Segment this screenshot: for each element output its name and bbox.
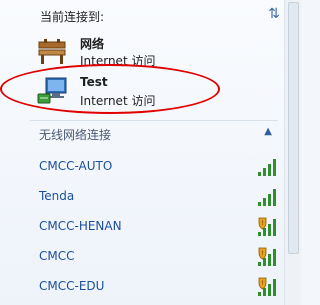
- wifi-ssid: Tenda: [39, 189, 75, 203]
- computer-network-icon: [37, 77, 67, 104]
- svg-text:!: !: [261, 250, 263, 257]
- scrollbar[interactable]: [284, 0, 301, 305]
- wireless-section-header[interactable]: 无线网络连接 ▲: [30, 122, 284, 146]
- wifi-ssid: CMCC-AUTO: [39, 159, 113, 173]
- refresh-icon[interactable]: ⇅: [266, 6, 282, 22]
- connection-name: Test: [80, 75, 108, 89]
- scrollbar-thumb[interactable]: [288, 2, 299, 254]
- chevron-up-icon[interactable]: ▲: [264, 126, 272, 137]
- wifi-item-cmcc-auto[interactable]: CMCC-AUTO: [30, 153, 284, 181]
- connection-status: Internet 访问: [80, 54, 156, 68]
- bench-network-icon: [38, 39, 66, 64]
- wireless-section-label: 无线网络连接: [39, 128, 112, 142]
- connection-test[interactable]: Test Internet 访问: [32, 72, 272, 112]
- connection-status: Internet 访问: [80, 94, 156, 108]
- connection-network[interactable]: 网络 Internet 访问: [32, 32, 272, 72]
- wifi-item-cmcc-henan[interactable]: CMCC-HENAN !: [30, 213, 284, 241]
- signal-strength-icon: [258, 189, 276, 206]
- svg-text:!: !: [261, 280, 263, 287]
- svg-text:!: !: [261, 220, 263, 227]
- network-flyout: 当前连接到: ⇅ 网络 Internet 访问 Test Internet 访问…: [0, 0, 285, 305]
- wifi-item-cmcc-edu[interactable]: CMCC-EDU !: [30, 273, 284, 301]
- wifi-item-tenda[interactable]: Tenda: [30, 183, 284, 211]
- wifi-item-cmcc[interactable]: CMCC !: [30, 243, 284, 271]
- divider: [30, 120, 278, 121]
- connection-name: 网络: [80, 37, 105, 51]
- secured-signal-icon: !: [258, 217, 276, 236]
- connected-to-label: 当前连接到:: [40, 10, 105, 24]
- wifi-ssid: CMCC: [39, 249, 75, 263]
- signal-strength-icon: [258, 159, 276, 176]
- secured-signal-icon: !: [258, 247, 276, 266]
- wifi-ssid: CMCC-HENAN: [39, 219, 122, 233]
- wifi-ssid: CMCC-EDU: [39, 279, 105, 293]
- secured-signal-icon: !: [258, 277, 276, 296]
